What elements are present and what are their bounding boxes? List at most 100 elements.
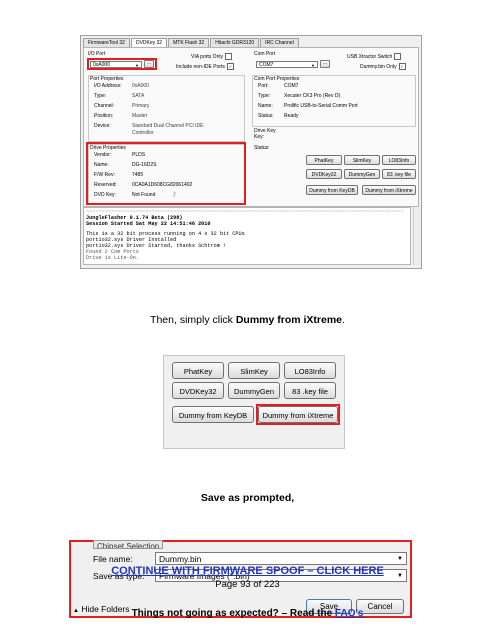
- com-prop-label: Status:: [258, 113, 274, 119]
- prop-label: I/O Address:: [94, 83, 122, 89]
- dummygen-button[interactable]: DummyGen: [228, 382, 280, 399]
- step1-bold: Dummy from iXtreme: [235, 314, 343, 326]
- port-prop-row: Type:: [94, 93, 106, 99]
- io-port-title: I/O Port: [88, 51, 106, 57]
- chevron-down-icon: ▼: [311, 63, 315, 68]
- chevron-down-icon: ▼: [397, 556, 403, 562]
- prop-value: Master: [132, 113, 148, 119]
- com-port-browse-button[interactable]: ...: [320, 60, 330, 68]
- console-scrollbar[interactable]: [413, 207, 421, 265]
- tab-hitachi[interactable]: Hitachi GDR3120: [210, 38, 260, 47]
- drive-properties-highlight: [86, 142, 246, 205]
- port-prop-value: SATA: [132, 93, 144, 99]
- tab-irc[interactable]: IRC Channel: [260, 38, 299, 47]
- port-prop-value: 0xA000: [132, 83, 149, 89]
- prop-value: 0xA000: [132, 83, 149, 89]
- ixtreme-button-highlight: [256, 404, 340, 425]
- continue-link-row: CONTINUE WITH FIRMWARE SPOOF – CLICK HER…: [0, 565, 495, 577]
- port-prop-value: Master: [132, 113, 147, 119]
- phatkey-button[interactable]: PhatKey: [172, 362, 224, 379]
- step2-text: Save as prompted,: [200, 492, 295, 504]
- key-file-button[interactable]: 83 .key file: [382, 169, 416, 179]
- com-port-title: Com Port: [254, 51, 276, 57]
- via-ports-only-checkbox[interactable]: [224, 53, 232, 60]
- prop-label: Position:: [94, 113, 114, 119]
- instruction-step2: Save as prompted,: [0, 492, 495, 504]
- prop-value: Primary: [132, 103, 150, 109]
- include-non-ide-checkbox[interactable]: ✓: [226, 63, 234, 70]
- port-prop-value: Primary: [132, 103, 149, 109]
- lo83info-button[interactable]: LO83Info: [284, 362, 336, 379]
- com-port-properties-group: [252, 75, 416, 127]
- port-prop-row: I/O Address:: [94, 83, 122, 89]
- port-prop-row: Position:: [94, 113, 113, 119]
- faq-link[interactable]: FAQ's: [335, 608, 364, 619]
- tab-firmwaretool[interactable]: FirmwareTool 32: [83, 38, 130, 47]
- com-prop-value: Ready: [284, 113, 299, 119]
- prop-label: Device:: [94, 123, 111, 129]
- dummy-bin-only-option[interactable]: Dummy.bin Only ✓: [360, 63, 406, 70]
- file-name-input[interactable]: Dummy.bin ▼: [155, 552, 407, 565]
- tab-dvdkey[interactable]: DVDKey 32: [130, 38, 168, 47]
- port-prop-row: Device:: [94, 123, 111, 129]
- via-ports-only-option[interactable]: VIA ports Only: [191, 53, 232, 60]
- dummygen-button[interactable]: DummyGen: [344, 169, 380, 179]
- via-ports-only-label: VIA ports Only: [191, 53, 223, 60]
- dummy-from-keydb-button[interactable]: Dummy from KeyDB: [172, 406, 254, 423]
- prop-value: SATA: [132, 93, 145, 99]
- drive-key-key-label: Key:: [254, 134, 265, 140]
- usb-xtractor-checkbox[interactable]: [394, 53, 402, 60]
- dummy-from-keydb-button[interactable]: Dummy from KeyDB: [306, 185, 358, 195]
- port-prop-value: Controller: [132, 130, 154, 136]
- step1-suffix: .: [342, 314, 345, 326]
- tab-strip: FirmwareTool 32 DVDKey 32 MTK Flash 32 H…: [83, 38, 300, 47]
- slimkey-button[interactable]: SlimKey: [344, 155, 380, 165]
- key-file-button[interactable]: 83 .key file: [284, 382, 336, 399]
- file-name-label: File name:: [93, 554, 133, 564]
- com-port-properties-title: Com Port Properties: [254, 76, 300, 82]
- com-prop-label: Name:: [258, 103, 273, 109]
- dvdkey-panel: I/O Port 0xA000 ▼ ... VIA ports Only Inc…: [83, 47, 419, 207]
- page-number: Page 93 of 223: [215, 579, 280, 590]
- lo83info-button[interactable]: LO83Info: [382, 155, 416, 165]
- instruction-step1: Then, simply click Dummy from iXtreme.: [0, 314, 495, 326]
- tab-mtkflash[interactable]: MTK Flash 32: [168, 38, 210, 47]
- slimkey-button[interactable]: SlimKey: [228, 362, 280, 379]
- dvdkey32-button[interactable]: DVDKey32: [306, 169, 342, 179]
- dummy-from-ixtreme-button[interactable]: Dummy from iXtreme: [362, 185, 416, 195]
- faq-row: Things not going as expected? – Read the…: [0, 608, 495, 619]
- faq-prefix: Things not going as expected? – Read the: [131, 608, 335, 619]
- include-non-ide-option[interactable]: Include non-IDE Ports ✓: [176, 63, 234, 70]
- console-line: Drive is Lite-On.: [86, 255, 139, 262]
- port-prop-row: Channel:: [94, 103, 114, 109]
- drive-key-status-label: Status:: [254, 145, 270, 151]
- com-prop-label: Port:: [258, 83, 269, 89]
- continue-link[interactable]: CONTINUE WITH FIRMWARE SPOOF – CLICK HER…: [111, 565, 384, 577]
- chipset-selection-tab: Chipset Selection: [93, 540, 164, 549]
- prop-label: Channel:: [94, 103, 115, 109]
- dummy-bin-only-label: Dummy.bin Only: [360, 63, 397, 70]
- phatkey-button[interactable]: PhatKey: [306, 155, 342, 165]
- com-prop-value: Xecuter CK3 Pro (Rev D): [284, 93, 341, 99]
- file-name-value: Dummy.bin: [159, 554, 202, 564]
- io-port-highlight: [87, 58, 157, 70]
- step1-prefix: Then, simply click: [150, 314, 236, 326]
- com-port-value: COM7: [259, 62, 274, 68]
- log-console[interactable]: ~~~~~~~~~~~~~~~~~~~~~~~~~~~~~~~~~~~~~~~~…: [83, 207, 411, 265]
- include-non-ide-label: Include non-IDE Ports: [176, 63, 225, 70]
- prop-value: Standard Dual Channel PCI IDE: [132, 123, 204, 129]
- com-prop-value: COM7: [284, 83, 299, 89]
- prop-label: Type:: [94, 93, 107, 99]
- com-prop-value: Prolific USB-to-Serial Comm Port: [284, 103, 358, 109]
- usb-xtractor-option[interactable]: USB Xtractor Switch: [347, 53, 402, 60]
- usb-xtractor-label: USB Xtractor Switch: [347, 53, 393, 60]
- port-properties-title: Port Properties: [90, 76, 124, 82]
- prop-value: Controller: [132, 130, 154, 136]
- dummy-bin-only-checkbox[interactable]: ✓: [398, 63, 406, 70]
- jungleflasher-window: FirmwareTool 32 DVDKey 32 MTK Flash 32 H…: [80, 35, 422, 269]
- port-prop-value: Standard Dual Channel PCI IDE: [132, 123, 203, 129]
- buttons-screenshot: PhatKey SlimKey LO83Info DVDKey32 DummyG…: [163, 355, 345, 449]
- com-prop-label: Type:: [258, 93, 271, 99]
- com-port-select[interactable]: COM7 ▼: [256, 61, 318, 68]
- dvdkey32-button[interactable]: DVDKey32: [172, 382, 224, 399]
